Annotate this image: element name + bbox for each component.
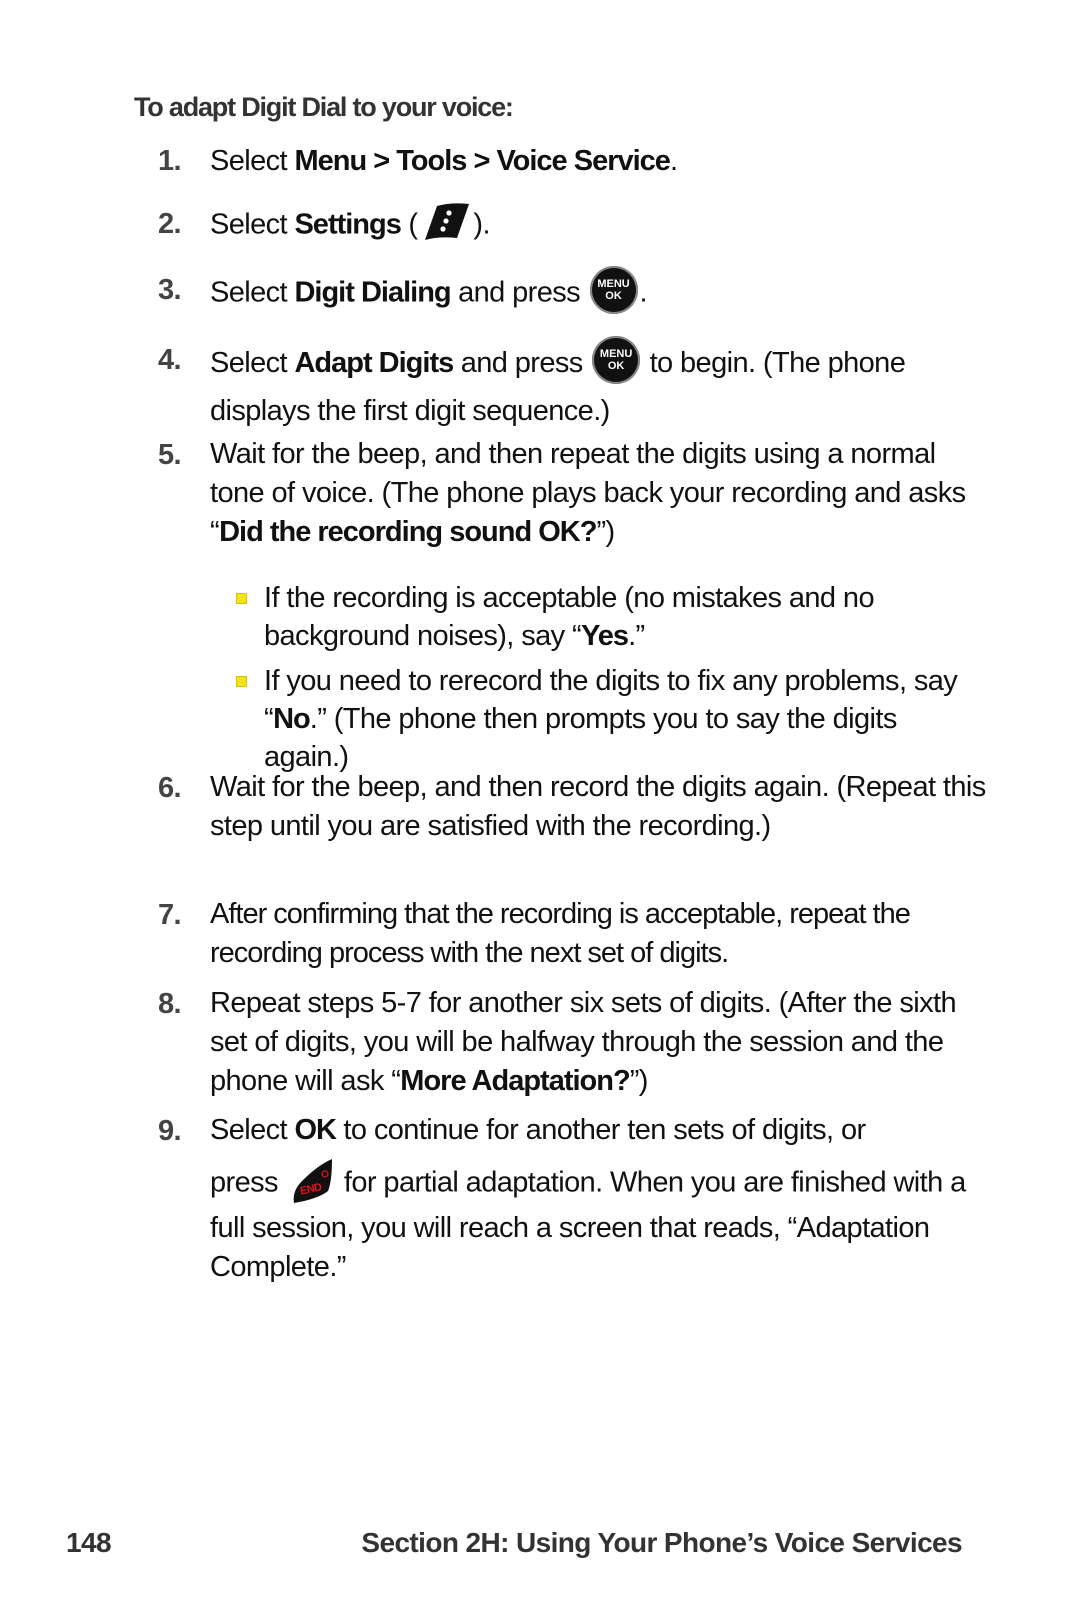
end-key-icon: END	[293, 1159, 332, 1203]
text: If the recording is acceptable (no mista…	[264, 582, 875, 652]
text: and press	[453, 347, 591, 379]
procedure-heading: To adapt Digit Dial to your voice:	[134, 92, 514, 122]
icon-label: MENU	[599, 348, 633, 361]
icon-label: MENU	[597, 278, 630, 290]
step-text: Select OK to continue for another ten se…	[210, 1111, 990, 1287]
step-number: 6.	[158, 772, 182, 804]
menu-item-name: Settings	[294, 208, 401, 241]
step-text: Select Digit Dialing and press MENU OK.	[210, 266, 990, 318]
text: ).	[473, 208, 490, 241]
text: to continue for another ten sets of digi…	[335, 1114, 866, 1146]
step-number: 3.	[158, 274, 182, 306]
text: Select	[210, 208, 295, 241]
text: After confirming that the recording is a…	[210, 898, 911, 969]
step-number: 4.	[158, 344, 182, 376]
menu-ok-key-icon: MENU OK	[589, 266, 638, 314]
menu-item-name: Digit Dialing	[294, 276, 451, 309]
phone-prompt: Did the recording sound OK?	[219, 516, 597, 548]
step-text: Repeat steps 5-7 for another six sets of…	[210, 984, 990, 1101]
step-number: 8.	[158, 988, 182, 1020]
icon-label: OK	[607, 360, 625, 373]
bullet-text: If you need to rerecord the digits to fi…	[264, 662, 984, 776]
step-text: Select Settings ( ).	[210, 203, 990, 248]
bullet-icon	[236, 593, 247, 604]
bullet-icon	[236, 676, 247, 687]
settings-softkey-icon	[425, 203, 470, 240]
step-number: 7.	[158, 899, 182, 931]
text: Wait for the beep, and then record the d…	[210, 771, 986, 842]
text: ”)	[596, 516, 615, 548]
text: .”	[628, 620, 645, 652]
text: press	[210, 1166, 279, 1199]
step-text: Wait for the beep, and then repeat the d…	[210, 435, 990, 552]
step-text: Wait for the beep, and then record the d…	[210, 768, 990, 846]
text: .” (The phone then prompts you to say th…	[264, 703, 897, 773]
step-text: Select Menu > Tools > Voice Service.	[210, 141, 990, 181]
text: Select	[210, 1114, 295, 1146]
icon-label: OK	[605, 290, 622, 302]
text: Select	[210, 145, 295, 177]
text: Select	[210, 276, 295, 309]
step-text: After confirming that the recording is a…	[210, 895, 990, 973]
manual-page: To adapt Digit Dial to your voice: 1. Se…	[0, 0, 1080, 1620]
step-number: 5.	[158, 439, 182, 471]
text: and press	[450, 276, 588, 309]
voice-command: Yes	[581, 620, 629, 652]
text: .	[639, 276, 648, 309]
step-line: press END for partial adaptation. When y…	[210, 1159, 990, 1287]
menu-path: Menu > Tools > Voice Service	[294, 145, 670, 177]
menu-item-name: Adapt Digits	[294, 347, 454, 379]
step-text: Select Adapt Digits and press MENU OK to …	[210, 336, 990, 434]
page-number: 148	[66, 1527, 112, 1558]
voice-command: No	[273, 703, 311, 735]
text: .	[669, 145, 678, 177]
bullet-text: If the recording is acceptable (no mista…	[264, 579, 984, 655]
step-number: 1.	[158, 145, 182, 177]
text: Select	[210, 347, 295, 379]
menu-item-name: OK	[294, 1114, 336, 1146]
step-line: Select OK to continue for another ten se…	[210, 1111, 990, 1159]
step-number: 2.	[158, 208, 182, 240]
section-title: Section 2H: Using Your Phone’s Voice Ser…	[361, 1527, 962, 1558]
menu-ok-key-icon: MENU OK	[592, 336, 641, 385]
text: (	[400, 208, 418, 241]
step-number: 9.	[158, 1115, 182, 1147]
text: ”)	[629, 1065, 649, 1097]
phone-prompt: More Adaptation?	[400, 1065, 630, 1097]
